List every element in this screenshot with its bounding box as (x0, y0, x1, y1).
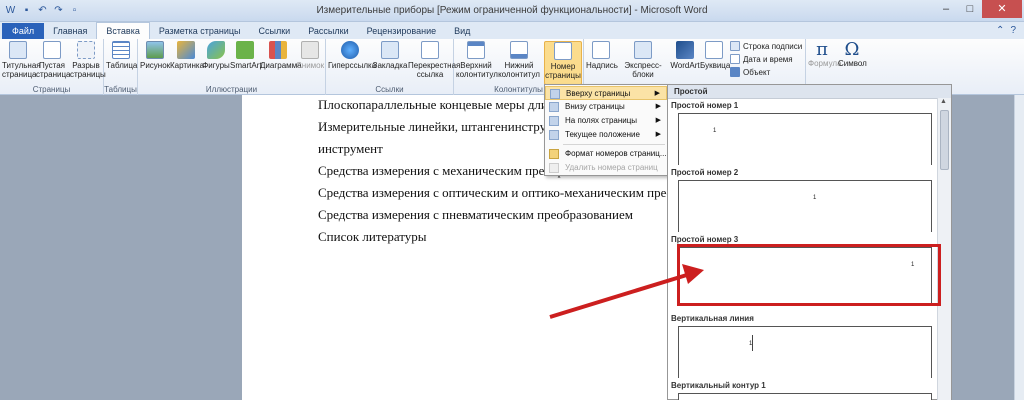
annotation-arrow (549, 264, 704, 319)
arrow-shaft (549, 272, 691, 319)
arrow-head (682, 264, 704, 284)
